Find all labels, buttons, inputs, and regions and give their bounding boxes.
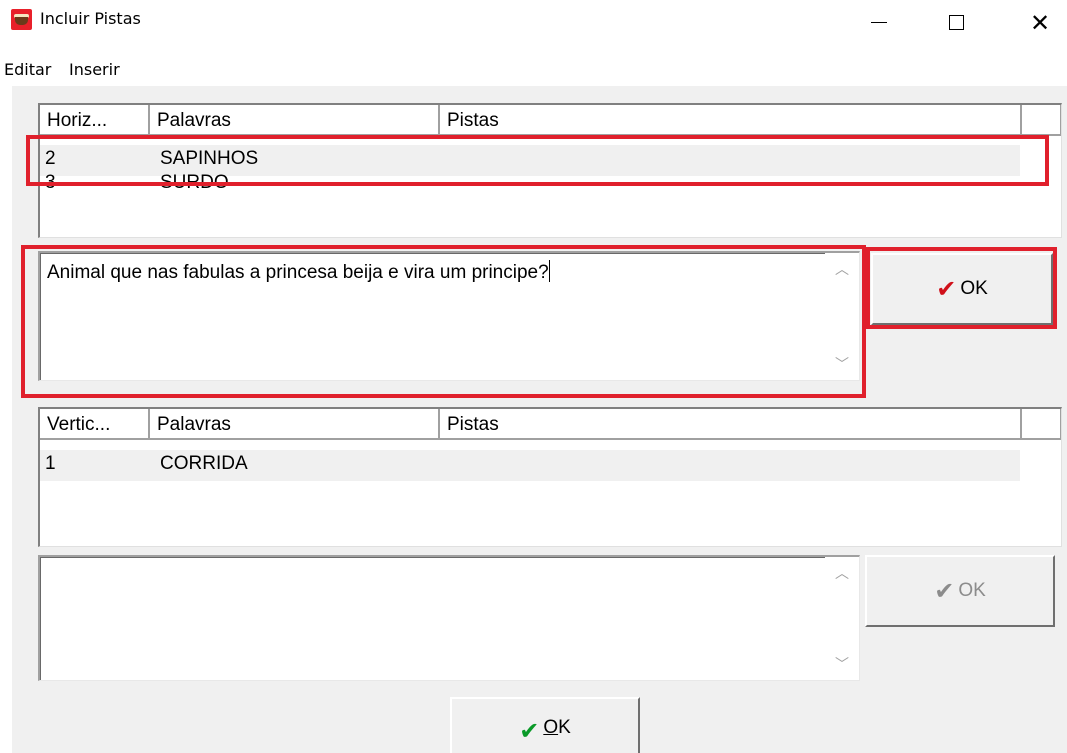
scroll-down-icon[interactable]: ﹀	[835, 654, 849, 674]
window-title: Incluir Pistas	[40, 9, 141, 28]
ok-button-horizontal[interactable]: ✔ OK	[871, 253, 1053, 325]
close-button[interactable]: ✕	[1016, 0, 1064, 45]
horizontal-clues-list[interactable]: Horiz... Palavras Pistas 2 SAPINHOS 3 SU…	[38, 103, 1062, 238]
minimize-icon	[871, 22, 887, 23]
column-header-vertical[interactable]: Vertic...	[40, 409, 150, 440]
scroll-up-icon[interactable]: ︿	[835, 563, 849, 583]
ok-label: OK	[543, 717, 571, 738]
maximize-icon	[948, 15, 964, 30]
column-header-filler	[1022, 409, 1061, 440]
check-red-icon: ✔	[936, 275, 957, 303]
menu-editar[interactable]: Editar	[4, 60, 51, 79]
list-header: Vertic... Palavras Pistas	[40, 409, 1061, 442]
check-gray-icon: ✔	[934, 577, 955, 605]
clue-editor-horizontal[interactable]: Animal que nas fabulas a princesa beija …	[38, 251, 860, 381]
clue-text: Animal que nas fabulas a princesa beija …	[47, 262, 549, 283]
menu-inserir[interactable]: Inserir	[69, 60, 120, 79]
scroll-up-icon[interactable]: ︿	[835, 259, 849, 279]
vertical-scrollbar[interactable]: ︿ ﹀	[825, 253, 859, 380]
check-green-icon: ✔	[519, 718, 540, 745]
clue-editor-vertical[interactable]: ︿ ﹀	[38, 555, 860, 681]
menu-bar: Editar Inserir	[0, 56, 1067, 86]
list-row-selected[interactable]: 1 CORRIDA	[40, 450, 1020, 481]
vertical-clues-list[interactable]: Vertic... Palavras Pistas 1 CORRIDA	[38, 407, 1062, 547]
row-number: 1	[45, 453, 56, 474]
text-caret	[548, 260, 550, 282]
title-bar: Incluir Pistas ✕	[0, 0, 1067, 56]
list-header: Horiz... Palavras Pistas	[40, 105, 1061, 138]
minimize-button[interactable]	[855, 0, 903, 45]
column-header-palavras[interactable]: Palavras	[150, 105, 440, 136]
column-header-palavras[interactable]: Palavras	[150, 409, 440, 440]
scroll-down-icon[interactable]: ﹀	[835, 354, 849, 374]
close-icon: ✕	[1029, 8, 1051, 37]
maximize-button[interactable]	[932, 0, 980, 45]
row-word: SAPINHOS	[160, 148, 259, 169]
row-number: 3	[45, 172, 56, 193]
ok-label: OK	[958, 580, 986, 601]
ok-label: OK	[960, 278, 988, 299]
row-word: CORRIDA	[160, 453, 248, 474]
ok-button-main[interactable]: ✔ OK	[450, 697, 640, 753]
dialog-client-area: Horiz... Palavras Pistas 2 SAPINHOS 3 SU…	[12, 86, 1067, 753]
app-icon	[11, 9, 32, 30]
row-number: 2	[45, 148, 56, 169]
column-header-pistas[interactable]: Pistas	[440, 105, 1022, 136]
row-word: SURDO	[160, 172, 229, 193]
column-header-pistas[interactable]: Pistas	[440, 409, 1022, 440]
vertical-scrollbar[interactable]: ︿ ﹀	[825, 557, 859, 680]
column-header-horizontal[interactable]: Horiz...	[40, 105, 150, 136]
column-header-filler	[1022, 105, 1061, 136]
ok-button-vertical[interactable]: ✔ OK	[865, 555, 1055, 627]
list-row[interactable]: 3 SURDO	[40, 172, 1020, 205]
